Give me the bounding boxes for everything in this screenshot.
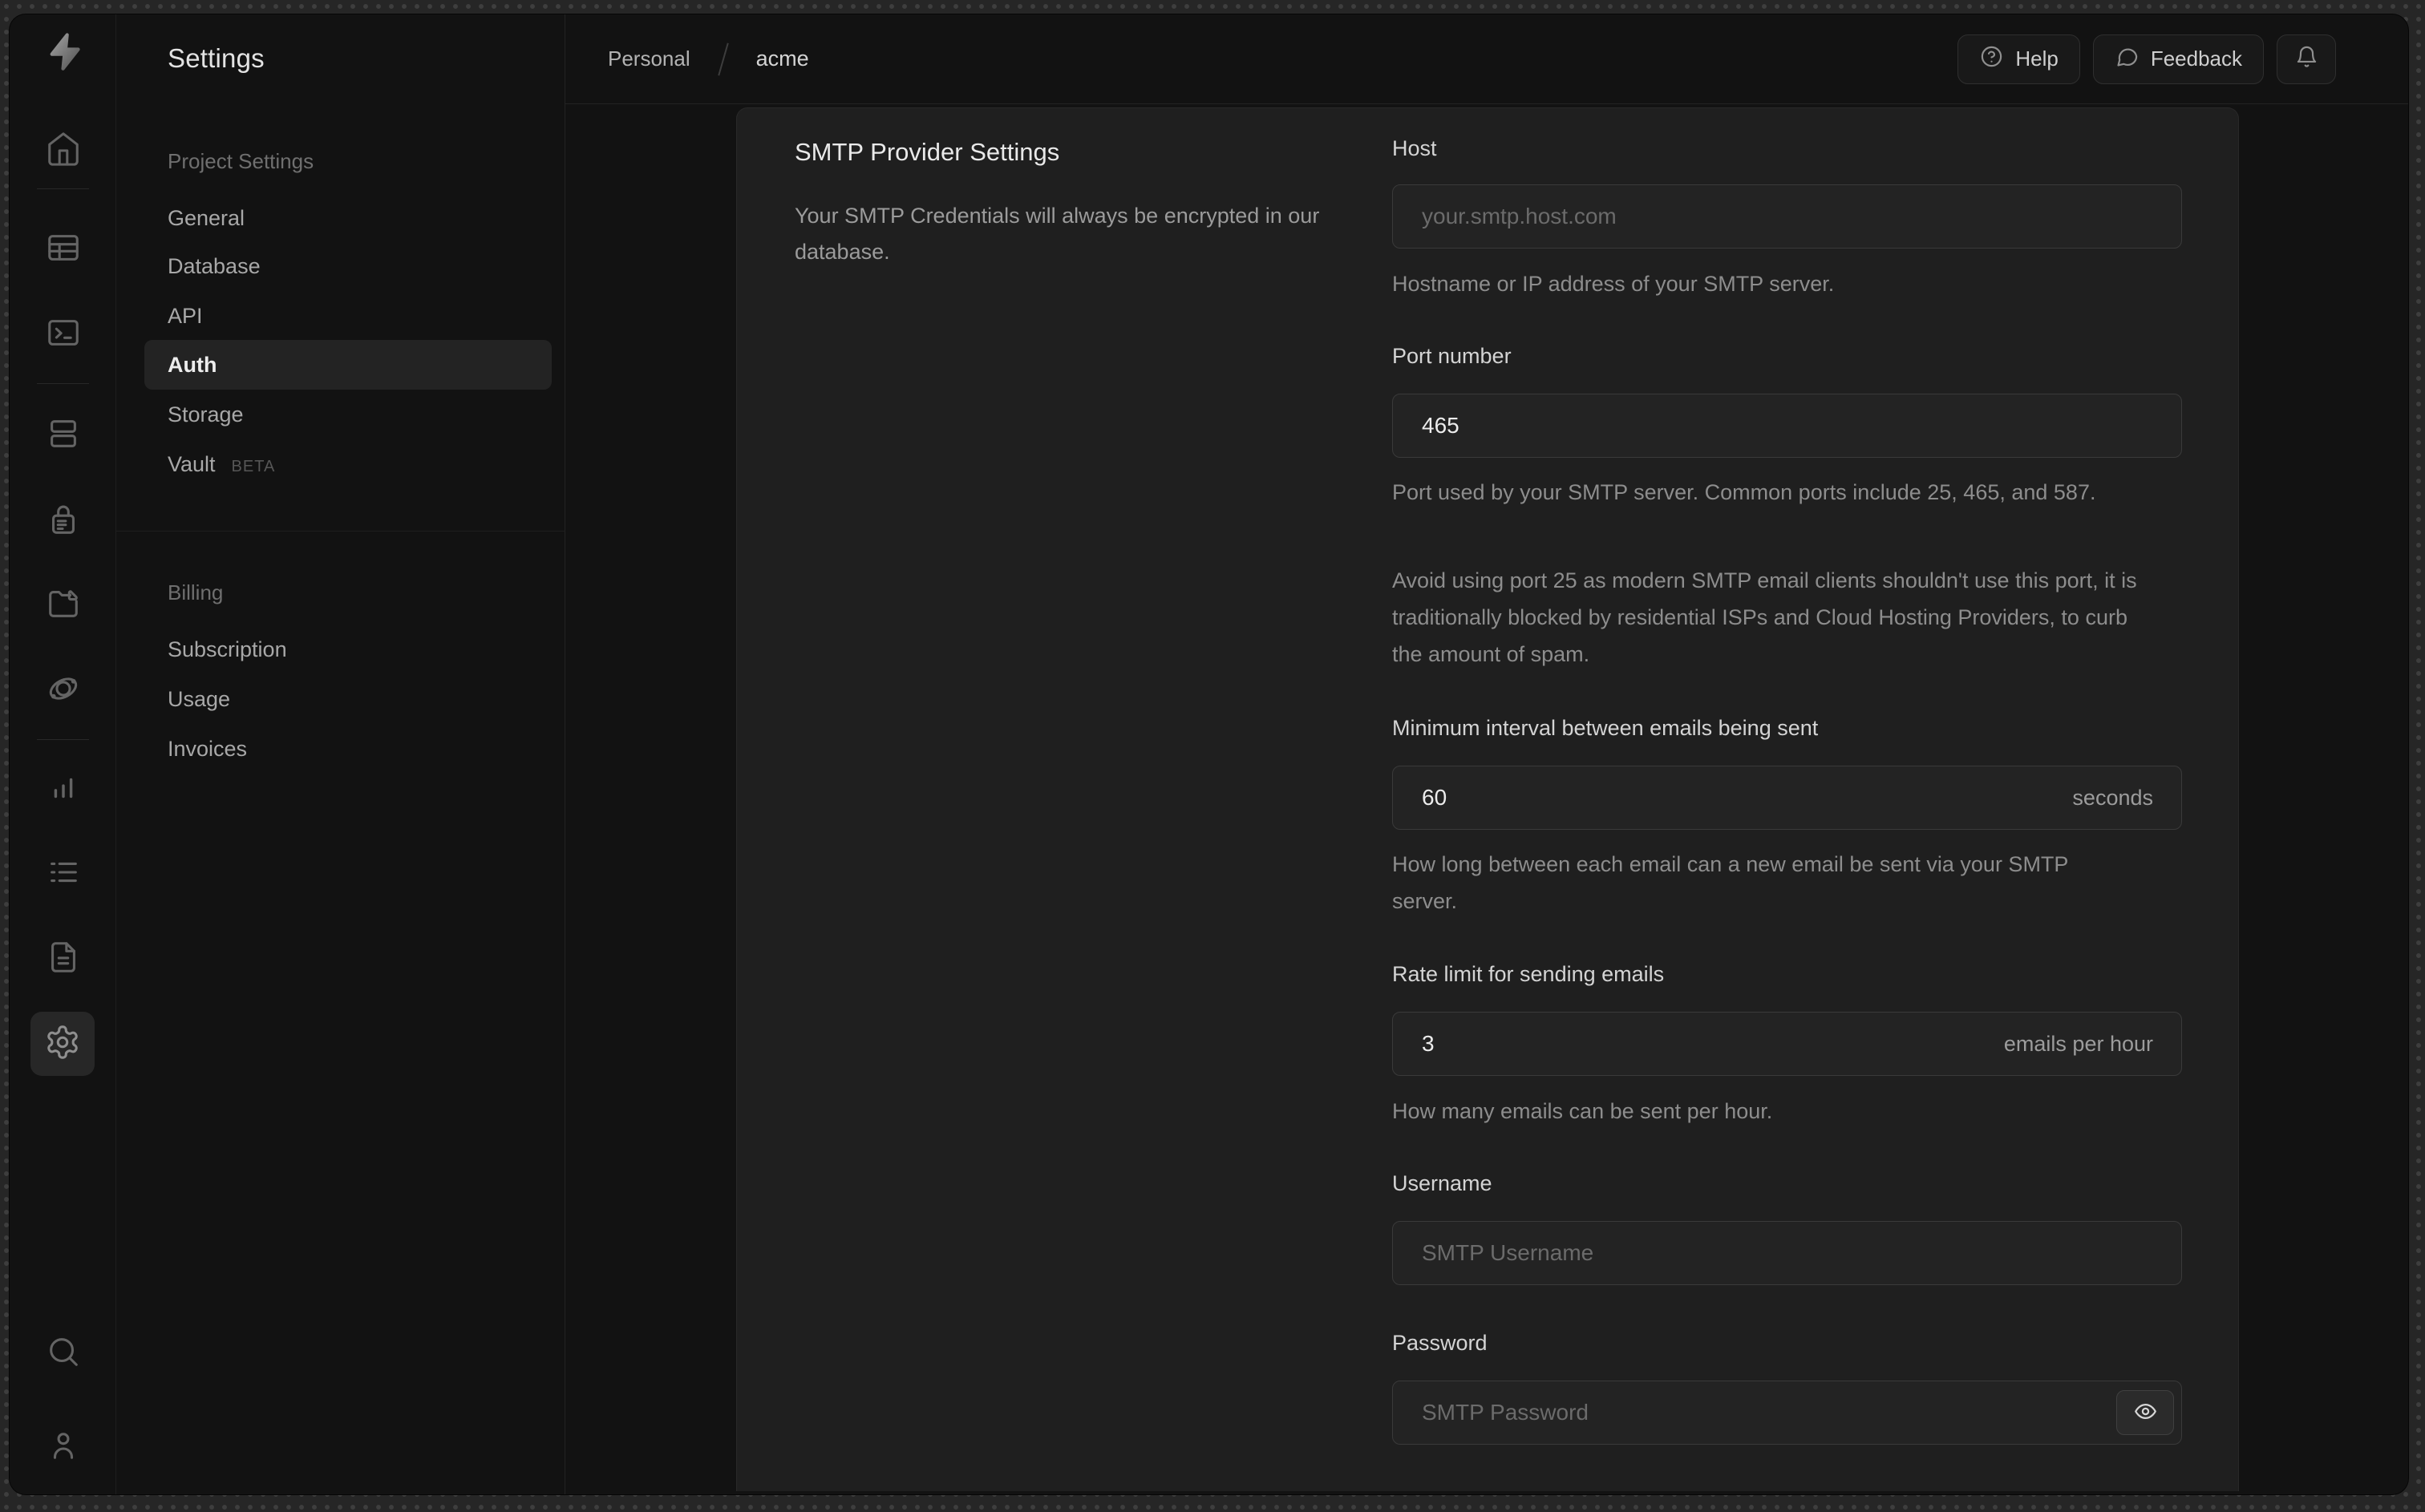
beta-badge: BETA [231, 458, 276, 475]
app-window: Settings Project Settings General Databa… [10, 14, 2408, 1494]
rail-item-reports[interactable] [37, 762, 90, 815]
sidebar-divider [116, 531, 565, 532]
sidebar-item-database[interactable]: Database [144, 241, 552, 291]
port-helper: Port used by your SMTP server. Common po… [1392, 480, 2096, 504]
min-interval-field: seconds [1392, 766, 2182, 830]
min-interval-helper: How long between each email can a new em… [1392, 852, 2068, 913]
lock-icon [45, 501, 82, 542]
bar-chart-icon [45, 769, 82, 810]
orbit-icon [45, 670, 82, 711]
sidebar-title: Settings [168, 43, 265, 73]
help-button-label: Help [2015, 46, 2059, 71]
min-interval-input[interactable] [1392, 766, 2182, 830]
gear-icon [44, 1024, 81, 1065]
home-icon [45, 130, 82, 171]
sidebar-item-label: Vault [168, 452, 216, 476]
folder-icon [45, 584, 82, 625]
sidebar-item-subscription[interactable]: Subscription [144, 625, 552, 674]
rail-item-edge-functions[interactable] [37, 664, 90, 717]
topbar-actions: Help Feedback [1957, 34, 2336, 84]
notifications-button[interactable] [2277, 34, 2336, 84]
help-button[interactable]: Help [1957, 34, 2080, 84]
eye-icon [2133, 1399, 2158, 1426]
rail-item-search[interactable] [37, 1327, 90, 1380]
section-header-billing: Billing [168, 580, 224, 604]
database-icon [45, 415, 82, 456]
rail-item-home[interactable] [37, 123, 90, 176]
rail-item-sql-editor[interactable] [37, 308, 90, 361]
feedback-button[interactable]: Feedback [2092, 34, 2264, 84]
host-label: Host [1392, 136, 1437, 160]
rail-item-logs[interactable] [37, 847, 90, 900]
port-helper-2: Avoid using port 25 as modern SMTP email… [1392, 568, 2137, 666]
rail-divider [37, 188, 89, 189]
panel-description: Your SMTP Credentials will always be enc… [795, 204, 1320, 264]
rail-item-database[interactable] [37, 409, 90, 462]
sidebar-item-vault[interactable]: Vault BETA [144, 439, 552, 489]
rail-item-account[interactable] [37, 1420, 90, 1473]
main-content: SMTP Provider Settings Your SMTP Credent… [565, 104, 2408, 1494]
port-input[interactable] [1392, 394, 2182, 458]
rail-item-authentication[interactable] [37, 495, 90, 548]
breadcrumb-separator [717, 42, 729, 75]
host-input[interactable] [1392, 184, 2182, 249]
rail-divider [37, 739, 89, 740]
feedback-button-label: Feedback [2150, 46, 2242, 71]
sidebar-item-auth[interactable]: Auth [144, 340, 552, 390]
breadcrumb: Personal acme [608, 42, 809, 76]
rail-item-project-settings[interactable] [30, 1012, 95, 1076]
min-interval-label: Minimum interval between emails being se… [1392, 716, 1819, 740]
help-circle-icon [1979, 44, 2004, 75]
rail-item-api-docs[interactable] [37, 932, 90, 985]
panel-title: SMTP Provider Settings [795, 138, 1060, 166]
rate-limit-field: emails per hour [1392, 1012, 2182, 1076]
supabase-logo[interactable] [42, 30, 84, 73]
terminal-icon [45, 314, 82, 355]
file-text-icon [45, 939, 82, 980]
password-label: Password [1392, 1331, 1488, 1355]
password-input[interactable] [1392, 1381, 2182, 1445]
host-field [1392, 184, 2182, 249]
rail-divider [37, 383, 89, 384]
breadcrumb-project[interactable]: acme [756, 46, 809, 71]
icon-rail [10, 14, 116, 1494]
password-field [1392, 1381, 2182, 1445]
username-field [1392, 1221, 2182, 1285]
username-label: Username [1392, 1171, 1492, 1195]
user-icon [45, 1426, 82, 1467]
host-helper: Hostname or IP address of your SMTP serv… [1392, 272, 1835, 296]
port-field [1392, 394, 2182, 458]
rate-limit-helper: How many emails can be sent per hour. [1392, 1099, 1773, 1123]
rate-limit-label: Rate limit for sending emails [1392, 962, 1665, 986]
settings-sidebar: Settings Project Settings General Databa… [116, 14, 565, 1494]
search-icon [45, 1333, 82, 1374]
list-icon [45, 854, 82, 895]
top-bar: Personal acme Help Feedback [565, 14, 2408, 104]
sidebar-item-storage[interactable]: Storage [144, 390, 552, 439]
port-label: Port number [1392, 344, 1512, 368]
rate-limit-input[interactable] [1392, 1012, 2182, 1076]
table-icon [45, 229, 82, 270]
breadcrumb-org[interactable]: Personal [608, 46, 690, 71]
reveal-password-button[interactable] [2116, 1390, 2174, 1435]
smtp-settings-panel: SMTP Provider Settings Your SMTP Credent… [736, 107, 2239, 1491]
rail-item-table-editor[interactable] [37, 223, 90, 276]
section-header-project-settings: Project Settings [168, 149, 314, 173]
sidebar-item-api[interactable]: API [144, 291, 552, 341]
rail-item-storage[interactable] [37, 578, 90, 631]
bell-icon [2294, 44, 2319, 75]
sidebar-item-invoices[interactable]: Invoices [144, 724, 552, 774]
feedback-bubble-icon [2115, 44, 2140, 75]
sidebar-item-general[interactable]: General [144, 193, 552, 243]
username-input[interactable] [1392, 1221, 2182, 1285]
sidebar-item-usage[interactable]: Usage [144, 674, 552, 724]
